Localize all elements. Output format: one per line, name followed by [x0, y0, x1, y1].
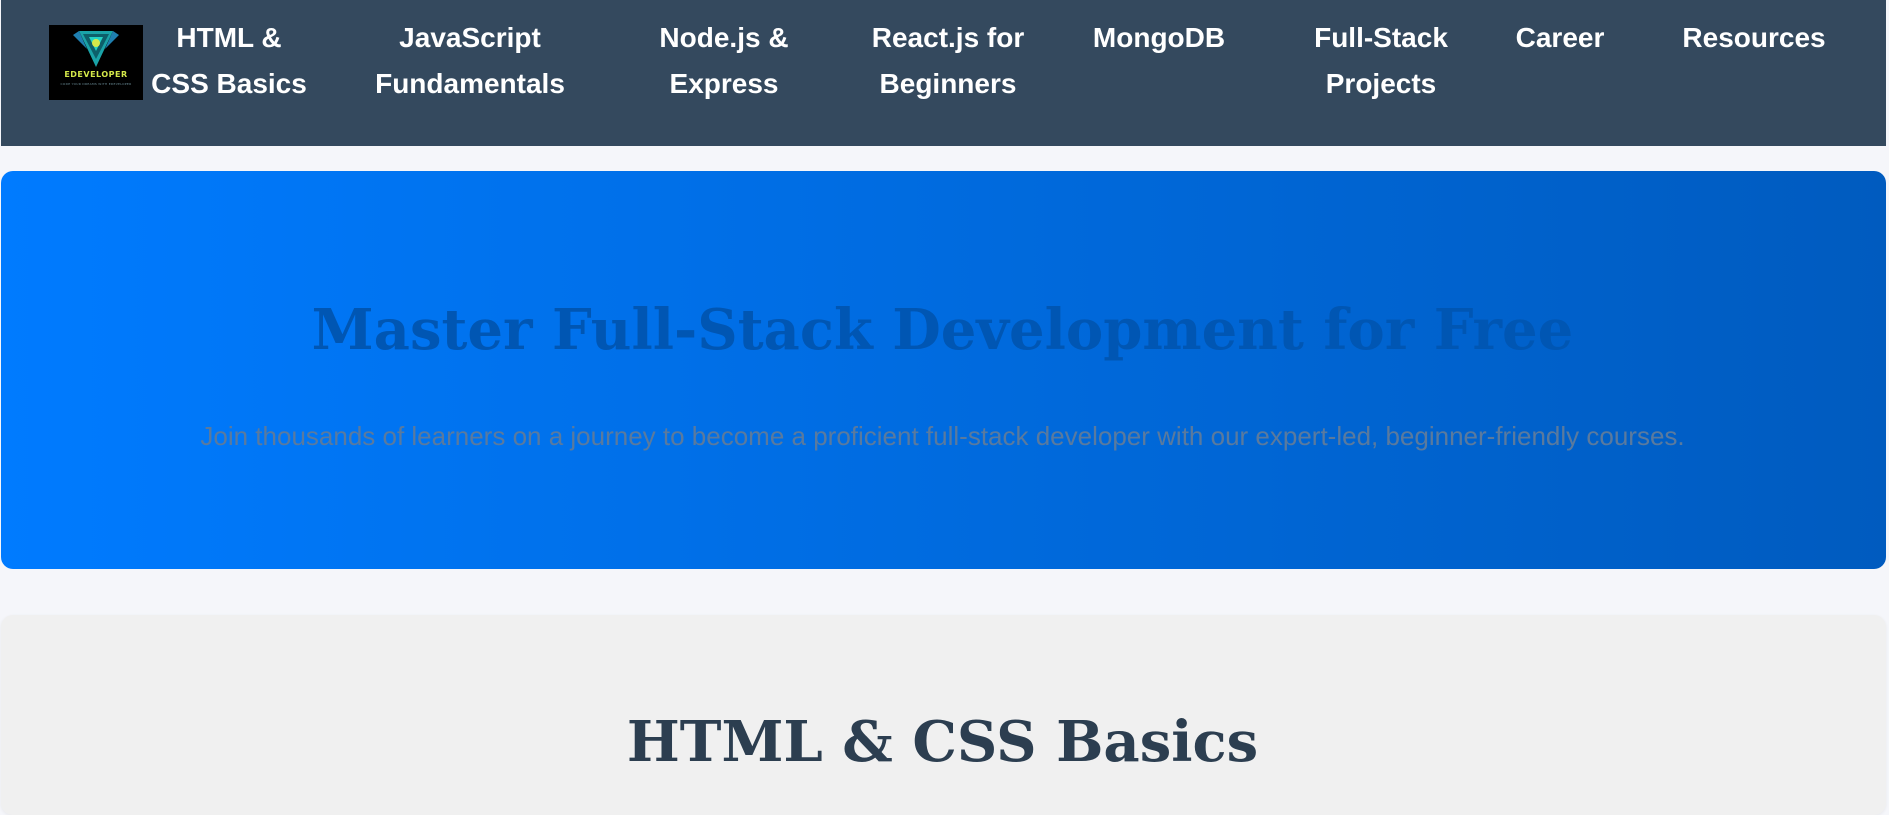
- nav-link-html-css-basics-line1: HTML &: [176, 22, 282, 53]
- nav-link-career-line1: Career: [1515, 22, 1605, 53]
- nav-link-mongodb-line1: MongoDB: [1092, 22, 1226, 53]
- nav-link-career[interactable]: Career: [1507, 15, 1613, 61]
- nav-link-full-stack-projects[interactable]: Full-Stack Projects: [1301, 15, 1461, 107]
- hero-title: Master Full-Stack Development for Free: [311, 297, 1574, 363]
- nav-link-javascript-fundamentals-line1: JavaScript: [399, 22, 541, 53]
- nav-link-javascript-fundamentals-line2: Fundamentals: [375, 68, 565, 99]
- nav-link-full-stack-projects-line2: Projects: [1325, 68, 1437, 99]
- nav-link-html-css-basics-line2: CSS Basics: [151, 68, 307, 99]
- nav-link-reactjs-beginners-line2: Beginners: [879, 68, 1017, 99]
- brand-tagline: CODE YOUR DREAMS WITH EDEVELOPER: [60, 82, 132, 86]
- hero-banner: [1, 171, 1886, 569]
- logo-emblem-icon: [73, 31, 119, 67]
- top-navbar: EDEVELOPER CODE YOUR DREAMS WITH EDEVELO…: [1, 0, 1886, 146]
- nav-link-javascript-fundamentals[interactable]: JavaScript Fundamentals: [371, 15, 569, 107]
- nav-link-nodejs-express-line1: Node.js &: [659, 22, 789, 53]
- hero-subtitle: Join thousands of learners on a journey …: [200, 421, 1685, 451]
- nav-link-reactjs-beginners[interactable]: React.js for Beginners: [853, 15, 1043, 107]
- nav-link-reactjs-beginners-line1: React.js for: [871, 22, 1025, 53]
- nav-link-mongodb[interactable]: MongoDB: [1087, 15, 1231, 61]
- nav-link-resources[interactable]: Resources: [1669, 15, 1839, 61]
- section-title: HTML & CSS Basics: [626, 709, 1259, 775]
- nav-link-nodejs-express[interactable]: Node.js & Express: [646, 15, 802, 107]
- brand-name: EDEVELOPER: [64, 70, 128, 79]
- nav-link-html-css-basics[interactable]: HTML & CSS Basics: [147, 15, 311, 107]
- nav-link-full-stack-projects-line1: Full-Stack: [1314, 22, 1448, 53]
- nav-link-nodejs-express-line2: Express: [669, 68, 779, 99]
- brand-logo[interactable]: EDEVELOPER CODE YOUR DREAMS WITH EDEVELO…: [49, 25, 143, 100]
- nav-link-resources-line1: Resources: [1682, 22, 1826, 53]
